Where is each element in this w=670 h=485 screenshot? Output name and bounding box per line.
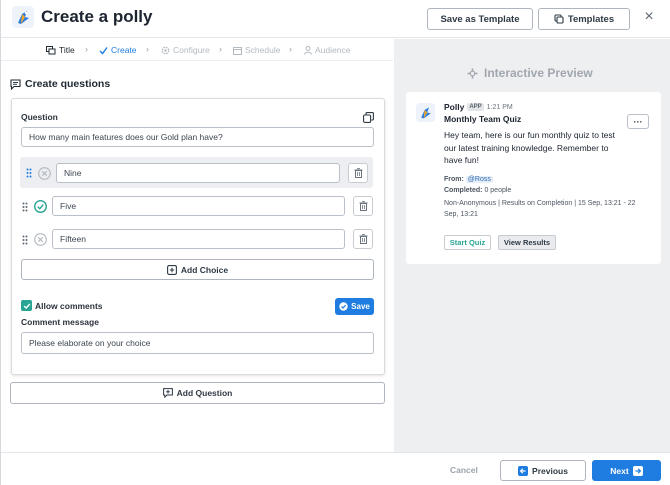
view-results-button[interactable]: View Results bbox=[498, 235, 556, 250]
save-as-template-button[interactable]: Save as Template bbox=[427, 8, 533, 30]
step-configure[interactable]: Configure bbox=[161, 45, 210, 55]
chevron-right-icon: › bbox=[289, 44, 292, 54]
chevron-right-icon: › bbox=[85, 44, 88, 54]
app-badge: APP bbox=[467, 103, 484, 111]
drag-handle-icon[interactable] bbox=[22, 235, 28, 245]
incorrect-mark-icon[interactable] bbox=[38, 167, 51, 180]
delete-choice-button[interactable] bbox=[353, 196, 373, 216]
section-title: Create questions bbox=[10, 78, 110, 90]
step-audience[interactable]: Audience bbox=[304, 45, 350, 55]
check-icon bbox=[23, 303, 30, 309]
dialog-header: Create a polly Save as Template Template… bbox=[1, 0, 670, 38]
completed-row: Completed: 0 people bbox=[444, 187, 511, 194]
trash-icon bbox=[359, 201, 367, 211]
choice-input[interactable]: Five bbox=[52, 196, 345, 216]
preview-title-label: Interactive Preview bbox=[484, 66, 593, 80]
arrow-right-icon bbox=[632, 465, 643, 476]
start-quiz-button[interactable]: Start Quiz bbox=[444, 235, 491, 250]
drag-handle-icon[interactable] bbox=[22, 202, 28, 212]
gear-icon bbox=[161, 46, 170, 54]
add-choice-button[interactable]: Add Choice bbox=[21, 259, 374, 280]
wizard-stepper: Title › Create › Configure › Schedule › bbox=[1, 39, 393, 61]
page-title: Create a polly bbox=[41, 7, 153, 26]
plus-square-icon bbox=[166, 264, 177, 275]
title-step-icon bbox=[46, 45, 56, 54]
add-choice-label: Add Choice bbox=[180, 264, 229, 275]
section-title-label: Create questions bbox=[25, 78, 111, 90]
save-as-template-label: Save as Template bbox=[440, 13, 520, 25]
message-body: Hey team, here is our fun monthly quiz t… bbox=[444, 130, 616, 165]
polly-avatar-icon bbox=[416, 103, 435, 122]
polly-logo-icon bbox=[12, 6, 34, 28]
message-header: Polly APP 1:21 PM bbox=[444, 102, 513, 112]
completed-value: 0 people bbox=[484, 187, 512, 194]
question-input[interactable]: How many main features does our Gold pla… bbox=[21, 127, 374, 147]
check-icon bbox=[99, 46, 108, 55]
from-label: From: bbox=[444, 176, 464, 183]
step-schedule[interactable]: Schedule bbox=[233, 45, 280, 55]
next-button[interactable]: Next bbox=[592, 460, 661, 481]
delete-choice-button[interactable] bbox=[353, 229, 373, 249]
chevron-right-icon: › bbox=[146, 44, 149, 54]
preview-title: Interactive Preview bbox=[467, 66, 593, 80]
chevron-right-icon: › bbox=[219, 44, 222, 54]
message-time: 1:21 PM bbox=[486, 103, 513, 111]
save-button[interactable]: Save bbox=[335, 298, 374, 315]
add-question-button[interactable]: Add Question bbox=[10, 382, 385, 404]
choice-input[interactable]: Fifteen bbox=[52, 229, 345, 249]
message-title: Monthly Team Quiz bbox=[444, 114, 522, 124]
trash-icon bbox=[354, 168, 362, 178]
templates-button[interactable]: Templates bbox=[538, 8, 630, 30]
poll-details: Non-Anonymous | Results on Completion | … bbox=[444, 200, 636, 218]
question-label: Question bbox=[21, 112, 58, 122]
from-row: From: @Ross bbox=[444, 176, 493, 183]
step-audience-label: Audience bbox=[315, 45, 351, 55]
plus-bubble-icon bbox=[162, 388, 173, 398]
cancel-button[interactable]: Cancel bbox=[450, 465, 478, 475]
completed-label: Completed: bbox=[444, 187, 483, 194]
step-create-label: Create bbox=[111, 45, 137, 55]
comment-message-input[interactable]: Please elaborate on your choice bbox=[21, 332, 374, 354]
arrow-left-icon bbox=[518, 465, 529, 476]
templates-label: Templates bbox=[567, 13, 615, 25]
comment-message-label: Comment message bbox=[21, 317, 99, 327]
delete-choice-button[interactable] bbox=[348, 163, 368, 183]
allow-comments-label: Allow comments bbox=[35, 301, 103, 311]
step-title-label: Title bbox=[59, 45, 75, 55]
person-icon bbox=[304, 45, 312, 55]
templates-icon bbox=[554, 14, 564, 24]
duplicate-icon[interactable] bbox=[363, 112, 374, 123]
correct-check-icon[interactable] bbox=[34, 200, 47, 213]
speech-bubble-icon bbox=[10, 78, 21, 90]
sender-name: Polly bbox=[444, 102, 465, 112]
trash-icon bbox=[359, 234, 367, 244]
more-options-button[interactable]: ··· bbox=[627, 114, 649, 129]
interactive-cursor-icon bbox=[467, 68, 478, 78]
allow-comments-checkbox[interactable] bbox=[21, 300, 32, 311]
previous-label: Previous bbox=[532, 465, 568, 476]
mention-ross[interactable]: @Ross bbox=[465, 176, 493, 183]
previous-button[interactable]: Previous bbox=[500, 460, 586, 481]
step-configure-label: Configure bbox=[173, 45, 210, 55]
save-label: Save bbox=[351, 302, 370, 311]
next-label: Next bbox=[610, 465, 629, 476]
step-schedule-label: Schedule bbox=[245, 45, 281, 55]
step-title[interactable]: Title bbox=[46, 45, 75, 55]
check-circle-icon bbox=[339, 302, 348, 311]
incorrect-mark-icon[interactable] bbox=[34, 233, 47, 246]
close-icon[interactable]: × bbox=[642, 9, 656, 25]
calendar-icon bbox=[233, 46, 242, 55]
polly-dialog: Create a polly Save as Template Template… bbox=[0, 0, 670, 485]
drag-handle-icon[interactable] bbox=[26, 168, 32, 178]
add-question-label: Add Question bbox=[176, 388, 233, 398]
step-create[interactable]: Create bbox=[99, 45, 137, 55]
choice-input[interactable]: Nine bbox=[56, 163, 340, 183]
